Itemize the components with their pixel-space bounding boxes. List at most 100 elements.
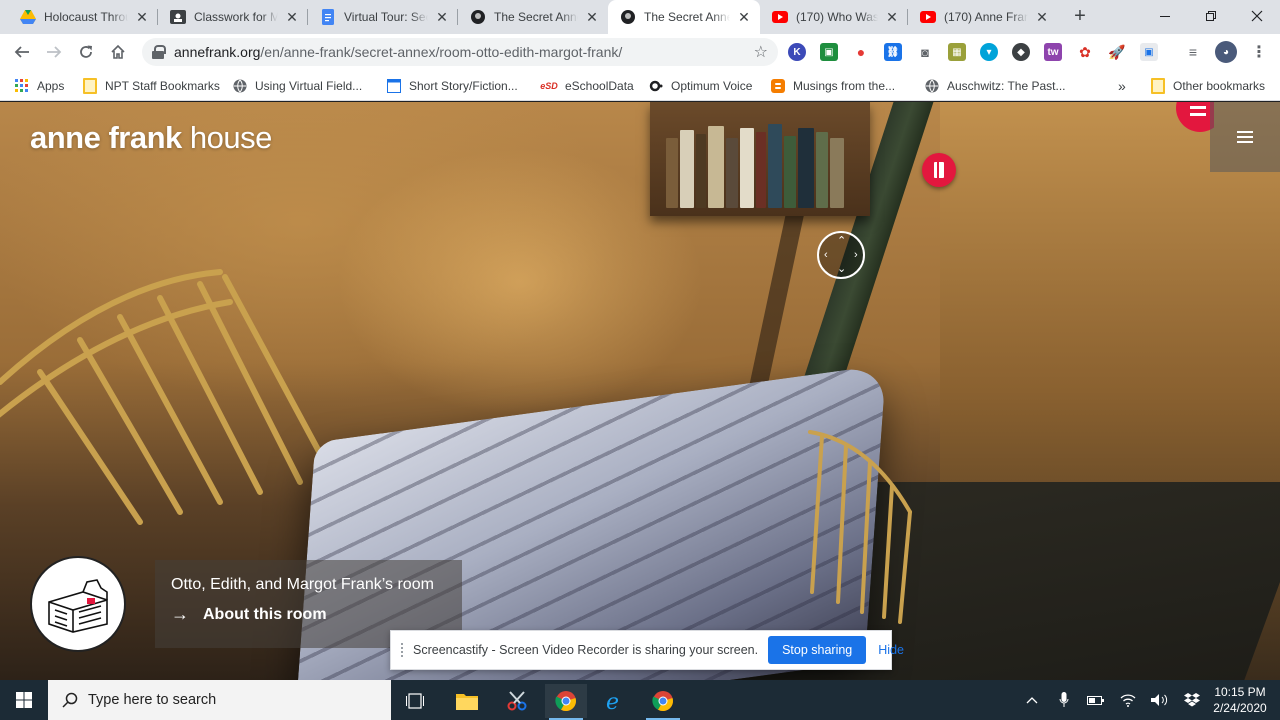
classroom-extension-icon[interactable]: ▣ <box>820 43 838 61</box>
close-icon[interactable]: ✕ <box>434 9 450 25</box>
url-path: /en/anne-frank/secret-annex/room-otto-ed… <box>260 44 623 60</box>
close-icon[interactable]: ✕ <box>1034 9 1050 25</box>
arrow-right-icon: → <box>171 604 189 624</box>
tab-4-active[interactable]: The Secret Anne ✕ <box>608 0 760 34</box>
bookmarks-overflow-button[interactable]: » <box>1118 76 1126 96</box>
taskbar-search-box[interactable]: Type here to search <box>48 680 391 720</box>
link-extension-icon[interactable]: ⛓ <box>884 43 902 61</box>
chevron-right-icon: › <box>854 249 858 261</box>
bookmark-eschooldata[interactable]: eSD eSchoolData <box>540 76 633 96</box>
bookmark-short-story[interactable]: Short Story/Fiction... <box>386 76 518 96</box>
more-vert-icon[interactable]: ⋮ <box>1250 43 1268 61</box>
room-name: Otto, Edith, and Margot Frank’s room <box>171 576 434 593</box>
bookmark-npt-staff[interactable]: NPT Staff Bookmarks <box>82 76 220 96</box>
minimize-button[interactable] <box>1142 0 1188 32</box>
close-icon[interactable]: ✕ <box>884 9 900 25</box>
vpn-extension-icon[interactable]: ▾ <box>980 43 998 61</box>
drag-handle-icon[interactable] <box>401 643 403 657</box>
system-clock[interactable]: 10:15 PM 2/24/2020 <box>1208 684 1272 716</box>
tab-strip: Holocaust Throu ✕ Classwork for M ✕ Virt… <box>0 0 1280 34</box>
file-explorer-button[interactable] <box>446 684 488 718</box>
snipping-tool-button[interactable] <box>496 684 538 718</box>
bookmark-auschwitz[interactable]: Auschwitz: The Past... <box>924 76 1066 96</box>
bookmark-optimum-voice[interactable]: Optimum Voice <box>648 76 752 96</box>
virtual-tour-viewport[interactable]: anne frank house ⌃ ⌄ ‹ › Otto, Edith, an… <box>0 102 1280 680</box>
close-window-button[interactable] <box>1234 0 1280 32</box>
bookmark-musings[interactable]: Musings from the... <box>770 76 895 96</box>
shield-extension-icon[interactable]: ◆ <box>1012 43 1030 61</box>
clock-date: 2/24/2020 <box>1213 701 1267 715</box>
forward-button[interactable] <box>40 38 68 66</box>
tab-title: Virtual Tour: Sec <box>344 10 428 24</box>
blogger-icon <box>770 78 786 94</box>
tab-5[interactable]: (170) Who Was ✕ <box>760 0 908 34</box>
svg-text:e: e <box>606 690 619 712</box>
site-logo[interactable]: anne frank house <box>30 120 272 156</box>
dropbox-icon[interactable] <box>1182 690 1202 710</box>
new-tab-button[interactable]: + <box>1068 5 1092 29</box>
microphone-icon[interactable] <box>1054 690 1074 710</box>
close-icon[interactable]: ✕ <box>284 9 300 25</box>
close-icon[interactable]: ✕ <box>736 9 752 25</box>
stop-sharing-button[interactable]: Stop sharing <box>768 636 867 664</box>
camera-extension-icon[interactable]: ◙ <box>916 43 934 61</box>
close-icon[interactable]: ✕ <box>584 9 600 25</box>
tab-2[interactable]: Virtual Tour: Sec ✕ <box>308 0 458 34</box>
edge-taskbar-button[interactable]: e <box>594 684 636 718</box>
bookmark-apps[interactable]: Apps <box>14 76 64 96</box>
chevron-up-icon[interactable] <box>1022 690 1042 710</box>
k-extension-icon[interactable]: K <box>788 43 806 61</box>
door-hotspot-button[interactable] <box>922 153 956 187</box>
youtube-icon <box>772 9 788 25</box>
search-placeholder: Type here to search <box>88 692 217 708</box>
puzzle-extension-icon[interactable]: ✿ <box>1076 43 1094 61</box>
tab-6[interactable]: (170) Anne Fran ✕ <box>908 0 1058 34</box>
media-control-icon[interactable]: ≡ <box>1184 43 1202 61</box>
about-room-link[interactable]: → About this room <box>171 604 446 625</box>
home-button[interactable] <box>104 38 132 66</box>
google-drive-icon <box>20 9 36 25</box>
close-icon[interactable]: ✕ <box>134 9 150 25</box>
bookmark-label: Apps <box>37 79 65 93</box>
anne-frank-icon <box>620 9 636 25</box>
task-view-icon <box>406 693 424 709</box>
hide-button[interactable]: Hide <box>878 643 904 657</box>
other-bookmarks[interactable]: Other bookmarks <box>1150 76 1265 96</box>
tw-extension-icon[interactable]: tw <box>1044 43 1062 61</box>
bookmark-label: Using Virtual Field... <box>255 79 363 93</box>
other-bookmarks-label: Other bookmarks <box>1173 79 1266 93</box>
corner-badge-icon[interactable] <box>1168 102 1214 132</box>
bookmark-virtual-field[interactable]: Using Virtual Field... <box>232 76 362 96</box>
screenshot-extension-icon[interactable]: ▣ <box>1140 43 1158 61</box>
start-button[interactable] <box>0 680 48 720</box>
pan-navigation-cursor[interactable]: ⌃ ⌄ ‹ › <box>817 231 865 279</box>
chrome-taskbar-button[interactable] <box>545 684 587 720</box>
chrome-icon <box>652 691 673 712</box>
site-menu-button[interactable] <box>1210 102 1280 172</box>
folder-icon <box>82 78 98 94</box>
windows-logo-icon <box>16 692 32 708</box>
rocket-extension-icon[interactable]: 🚀 <box>1108 43 1126 61</box>
calculator-extension-icon[interactable]: ▦ <box>948 43 966 61</box>
screen-share-notification: Screencastify - Screen Video Recorder is… <box>390 630 904 670</box>
address-bar[interactable]: annefrank.org/en/anne-frank/secret-annex… <box>142 38 778 66</box>
browser-toolbar: annefrank.org/en/anne-frank/secret-annex… <box>0 34 1280 70</box>
chrome-taskbar-button-2[interactable] <box>642 684 684 720</box>
battery-icon[interactable] <box>1086 690 1106 710</box>
restore-button[interactable] <box>1188 0 1234 32</box>
reload-button[interactable] <box>72 38 100 66</box>
room-map-button[interactable] <box>30 556 126 652</box>
task-view-button[interactable] <box>394 684 436 718</box>
profile-avatar-icon[interactable]: ◕ <box>1215 41 1237 63</box>
reload-icon <box>80 45 92 58</box>
tab-0[interactable]: Holocaust Throu ✕ <box>8 0 158 34</box>
screencastify-extension-icon[interactable]: ● <box>852 43 870 61</box>
bookmark-star-icon[interactable]: ☆ <box>754 42 768 62</box>
tab-3[interactable]: The Secret Anne ✕ <box>458 0 608 34</box>
chevron-left-icon: ‹ <box>824 249 828 261</box>
wifi-icon[interactable] <box>1118 690 1138 710</box>
optimum-icon <box>648 78 664 94</box>
tab-1[interactable]: Classwork for M ✕ <box>158 0 308 34</box>
volume-icon[interactable] <box>1150 690 1170 710</box>
back-button[interactable] <box>8 38 36 66</box>
